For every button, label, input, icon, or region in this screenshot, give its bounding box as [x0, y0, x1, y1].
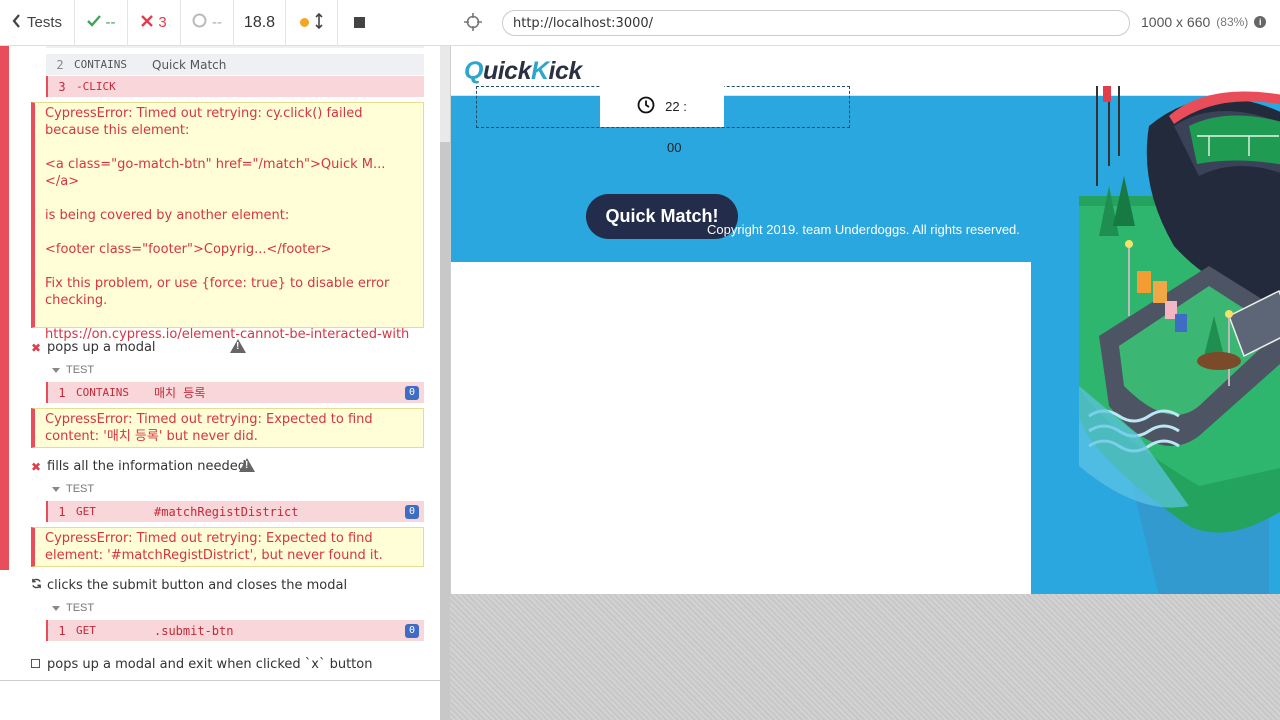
tests-label: Tests: [27, 14, 63, 31]
test-title[interactable]: ✖ pops up a modal: [31, 340, 156, 355]
x-icon: ✖: [31, 459, 42, 474]
pending-value: --: [212, 14, 222, 31]
command-count-badge: 0: [405, 385, 419, 400]
x-icon: [141, 14, 154, 31]
clock-icon: [637, 96, 655, 117]
content-area: [451, 262, 1031, 594]
running-indicator-icon: [300, 18, 309, 27]
command-row-pending[interactable]: 1 GET .submit-btn 0: [46, 620, 424, 641]
timer-value: 22 :: [665, 99, 687, 114]
app-frame: QuickKick 22 : 00 Quick Match! Copyright…: [450, 46, 1280, 594]
scrollbar-thumb[interactable]: [440, 142, 450, 720]
viewport-info[interactable]: 1000 x 660 (83%) i: [1141, 14, 1267, 30]
command-row-clipped[interactable]: [46, 46, 424, 48]
timer-seconds: 00: [667, 140, 682, 155]
test-label[interactable]: TEST: [52, 364, 94, 376]
passed-count[interactable]: --: [75, 0, 128, 46]
reporter-footer: [0, 680, 440, 720]
command-row[interactable]: 2 CONTAINS Quick Match: [46, 54, 424, 75]
test-label[interactable]: TEST: [52, 602, 94, 614]
reporter-header: Tests -- 3 -- 18.8: [0, 0, 450, 46]
error-message[interactable]: CypressError: Timed out retrying: Expect…: [31, 408, 424, 448]
failed-count[interactable]: 3: [128, 0, 181, 46]
command-row-failed[interactable]: 3 -CLICK: [46, 76, 424, 97]
test-title[interactable]: pops up a modal and exit when clicked `x…: [31, 657, 372, 672]
caret-down-icon: [52, 367, 60, 373]
error-message[interactable]: CypressError: Timed out retrying: cy.cli…: [31, 102, 424, 342]
failed-suite-bar: [0, 46, 9, 570]
hero-section: 22 : 00 Quick Match! Copyright 2019. tea…: [451, 86, 1280, 594]
reporter-scrollbar[interactable]: [440, 46, 450, 720]
command-row-failed[interactable]: 1 GET #matchRegistDistrict 0: [46, 501, 424, 522]
failed-value: 3: [158, 14, 167, 31]
command-row-failed[interactable]: 1 CONTAINS 매치 등록 0: [46, 382, 424, 403]
warning-icon[interactable]: [230, 339, 246, 353]
viewport-background: [450, 594, 1280, 720]
pending-count[interactable]: --: [181, 0, 234, 46]
auto-scroll-control[interactable]: [286, 0, 338, 46]
timer-card: 22 :: [600, 86, 724, 127]
arrows-vertical-icon: [315, 12, 323, 33]
circle-notch-icon: [192, 13, 207, 32]
app-logo[interactable]: QuickKick: [464, 57, 582, 86]
url-input[interactable]: http://localhost:3000/: [502, 10, 1130, 36]
check-icon: [86, 14, 101, 31]
info-icon[interactable]: i: [1254, 16, 1267, 28]
x-icon: ✖: [31, 340, 42, 355]
command-count-badge: 0: [405, 504, 419, 519]
crosshair-icon[interactable]: [464, 13, 482, 31]
test-title[interactable]: ✖ fills all the information needed: [31, 459, 246, 474]
stadium-illustration: [1079, 86, 1280, 594]
test-label[interactable]: TEST: [52, 483, 94, 495]
reporter-panel: Tests -- 3 -- 18.8 2 CONTAINS Quick Matc…: [0, 0, 450, 720]
error-message[interactable]: CypressError: Timed out retrying: Expect…: [31, 527, 424, 567]
footer-copyright: Copyright 2019. team Underdoggs. All rig…: [707, 222, 1020, 237]
viewport-size: 1000 x 660: [1141, 14, 1211, 30]
warning-icon[interactable]: [239, 458, 255, 472]
refresh-icon: [31, 578, 47, 593]
chevron-left-icon: [12, 13, 21, 32]
browser-header: http://localhost:3000/ 1000 x 660 (83%) …: [450, 0, 1280, 46]
reporter-body: 2 CONTAINS Quick Match 3 -CLICK CypressE…: [0, 46, 440, 680]
caret-down-icon: [52, 486, 60, 492]
square-outline-icon: [31, 657, 47, 672]
command-count-badge: 0: [405, 623, 419, 638]
stop-icon: [353, 17, 365, 28]
passed-value: --: [105, 14, 116, 31]
stop-button[interactable]: [338, 0, 380, 46]
tests-back-button[interactable]: Tests: [0, 0, 75, 46]
caret-down-icon: [52, 605, 60, 611]
duration: 18.8: [234, 0, 286, 46]
viewport-zoom: (83%): [1216, 15, 1249, 29]
test-title[interactable]: clicks the submit button and closes the …: [31, 578, 347, 593]
